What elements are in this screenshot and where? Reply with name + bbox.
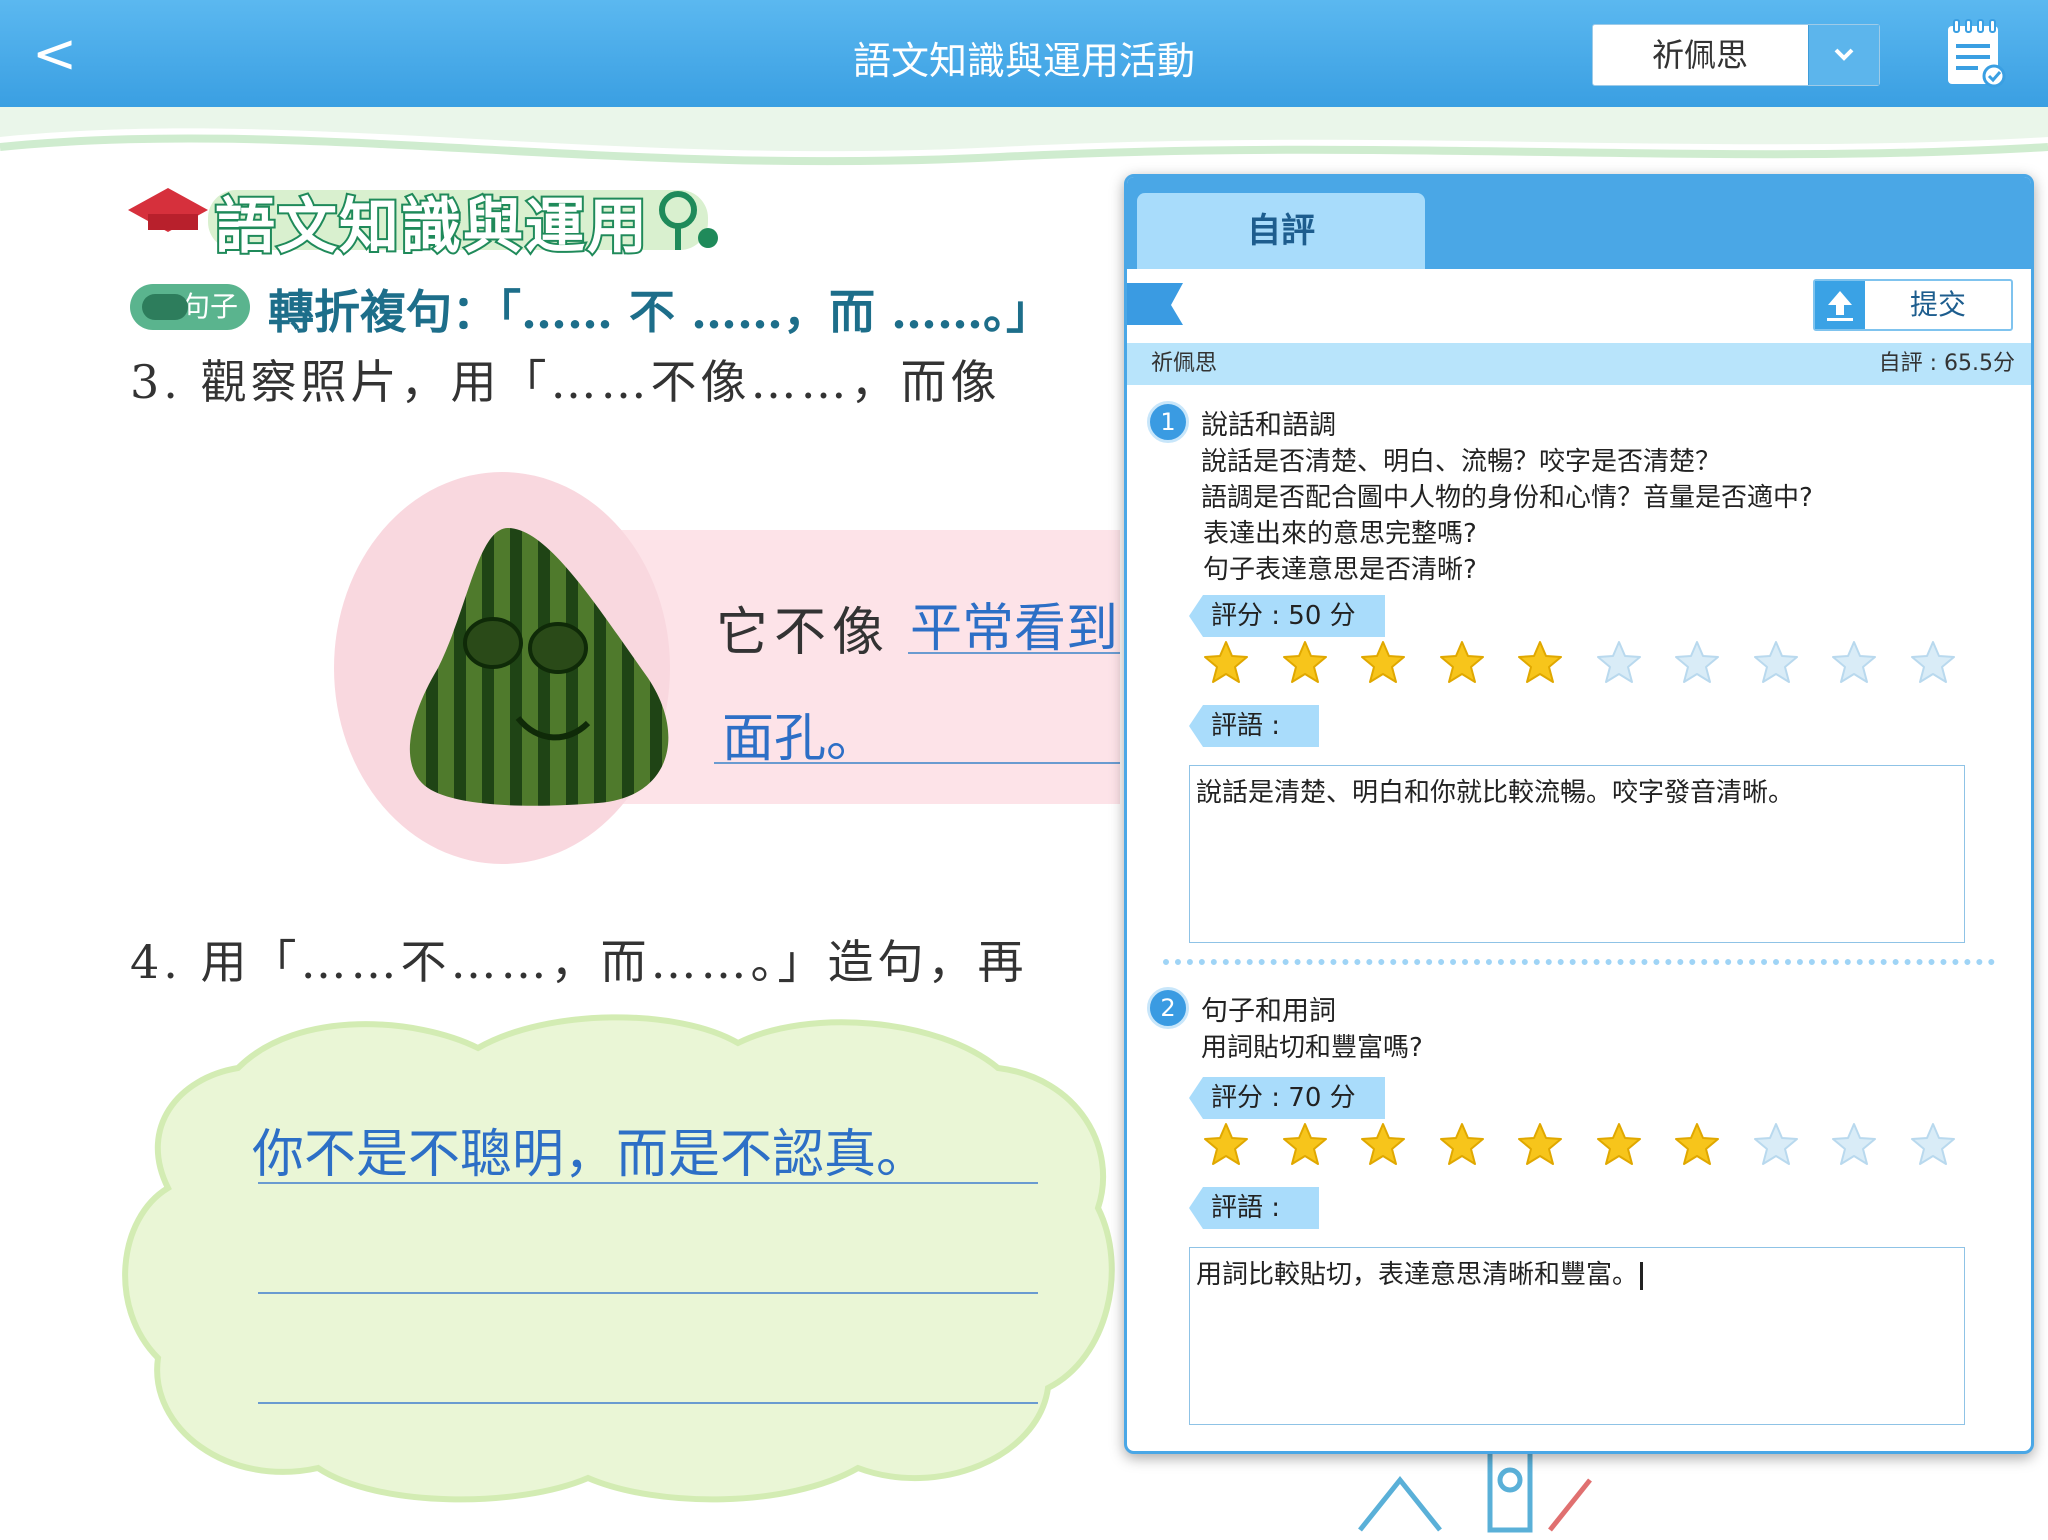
star-empty-icon[interactable] <box>1831 1121 1877 1167</box>
criterion-number: 1 <box>1147 401 1189 443</box>
section-heading: 語文知識與運用 <box>213 190 649 264</box>
submit-label: 提交 <box>1909 288 1966 321</box>
flag-icon <box>1127 279 1191 329</box>
square-watermelon-image <box>398 518 680 808</box>
star-filled-icon[interactable] <box>1439 1121 1485 1167</box>
criterion-question: 用詞貼切和豐富嗎? <box>1201 1033 1423 1063</box>
star-empty-icon[interactable] <box>1831 639 1877 685</box>
comment-textarea[interactable]: 用詞比較貼切，表達意思清晰和豐富。 <box>1189 1247 1965 1425</box>
star-filled-icon[interactable] <box>1203 1121 1249 1167</box>
sentence-tag: 句子 <box>130 284 250 330</box>
comment-label: 評語 : <box>1189 705 1319 747</box>
blank-answer-line <box>258 1292 1038 1294</box>
answer-cloud <box>118 1008 1128 1508</box>
comment-textarea[interactable]: 說話是清楚、明白和你就比較流暢。咬字發音清晰。 <box>1189 765 1965 943</box>
criterion-question: 說話是否清楚、明白、流暢？咬字是否清楚？ <box>1201 447 1722 477</box>
q3-answer-line2: 面孔 <box>722 709 827 769</box>
self-eval-panel: 自評 提交 祈佩思 自評 : 65.5分 1 說話和語調 說話是否清楚、明白、流… <box>1124 174 2034 1454</box>
question-3: 3. 觀察照片，用「……不像……，而像 <box>130 355 1001 409</box>
text-cursor <box>1640 1261 1644 1290</box>
star-empty-icon[interactable] <box>1753 1121 1799 1167</box>
star-filled-icon[interactable] <box>1282 1121 1328 1167</box>
criterion-title: 說話和語調 <box>1201 410 1336 441</box>
panel-header: 自評 <box>1127 177 2031 269</box>
criterion-title: 句子和用詞 <box>1201 996 1336 1027</box>
answer-underline <box>714 762 1120 764</box>
tag-dots-icon <box>142 294 188 320</box>
student-select[interactable]: 祈佩思 <box>1592 24 1880 86</box>
answer-prefix: 它不像 <box>716 603 891 663</box>
question-4: 4. 用「……不……，而……。」造句，再 <box>130 935 1028 989</box>
criterion-question: 表達出來的意思完整嗎? <box>1203 519 1477 549</box>
star-empty-icon[interactable] <box>1674 639 1720 685</box>
star-filled-icon[interactable] <box>1517 1121 1563 1167</box>
sub-heading: 轉折複句：「…… 不 ……，而 ……。」 <box>268 285 1053 339</box>
q3-answer-end: 。 <box>826 709 879 769</box>
criterion-question: 語調是否配合圖中人物的身份和心情？音量是否適中? <box>1201 483 1813 513</box>
star-filled-icon[interactable] <box>1439 639 1485 685</box>
blank-answer-line <box>258 1402 1038 1404</box>
submit-button[interactable]: 提交 <box>1813 279 2013 331</box>
star-filled-icon[interactable] <box>1517 639 1563 685</box>
notepad-check-icon[interactable] <box>1944 18 2006 88</box>
comment-label: 評語 : <box>1189 1187 1319 1229</box>
star-filled-icon[interactable] <box>1674 1121 1720 1167</box>
star-empty-icon[interactable] <box>1596 639 1642 685</box>
star-empty-icon[interactable] <box>1910 639 1956 685</box>
student-name: 祈佩思 <box>1151 351 1218 376</box>
upload-icon <box>1815 281 1865 329</box>
bottom-decoration <box>1350 1440 1610 1536</box>
score-label: 評分 : 50 分 <box>1189 595 1385 637</box>
top-bar: < 語文知識與運用活動 祈佩思 <box>0 0 2048 109</box>
criterion-number: 2 <box>1147 987 1189 1029</box>
score-label: 評分 : 70 分 <box>1189 1077 1385 1119</box>
student-select-value: 祈佩思 <box>1651 36 1748 74</box>
star-filled-icon[interactable] <box>1596 1121 1642 1167</box>
section-divider <box>1163 959 1995 965</box>
star-empty-icon[interactable] <box>1910 1121 1956 1167</box>
q4-answer: 你不是不聰明，而是不認真。 <box>252 1125 929 1185</box>
answer-underline <box>908 652 1120 654</box>
total-score: 自評 : 65.5分 <box>1878 351 2015 376</box>
chevron-down-icon[interactable] <box>1808 25 1879 85</box>
criterion-question: 句子表達意思是否清晰? <box>1203 555 1477 585</box>
star-filled-icon[interactable] <box>1360 1121 1406 1167</box>
star-filled-icon[interactable] <box>1203 639 1249 685</box>
star-empty-icon[interactable] <box>1753 639 1799 685</box>
star-filled-icon[interactable] <box>1282 639 1328 685</box>
tab-self-eval[interactable]: 自評 <box>1137 193 1425 269</box>
q3-answer-line1: 平常看到 <box>910 599 1119 659</box>
star-filled-icon[interactable] <box>1360 639 1406 685</box>
info-bar: 祈佩思 自評 : 65.5分 <box>1127 343 2031 385</box>
answer-underline <box>258 1182 1038 1184</box>
